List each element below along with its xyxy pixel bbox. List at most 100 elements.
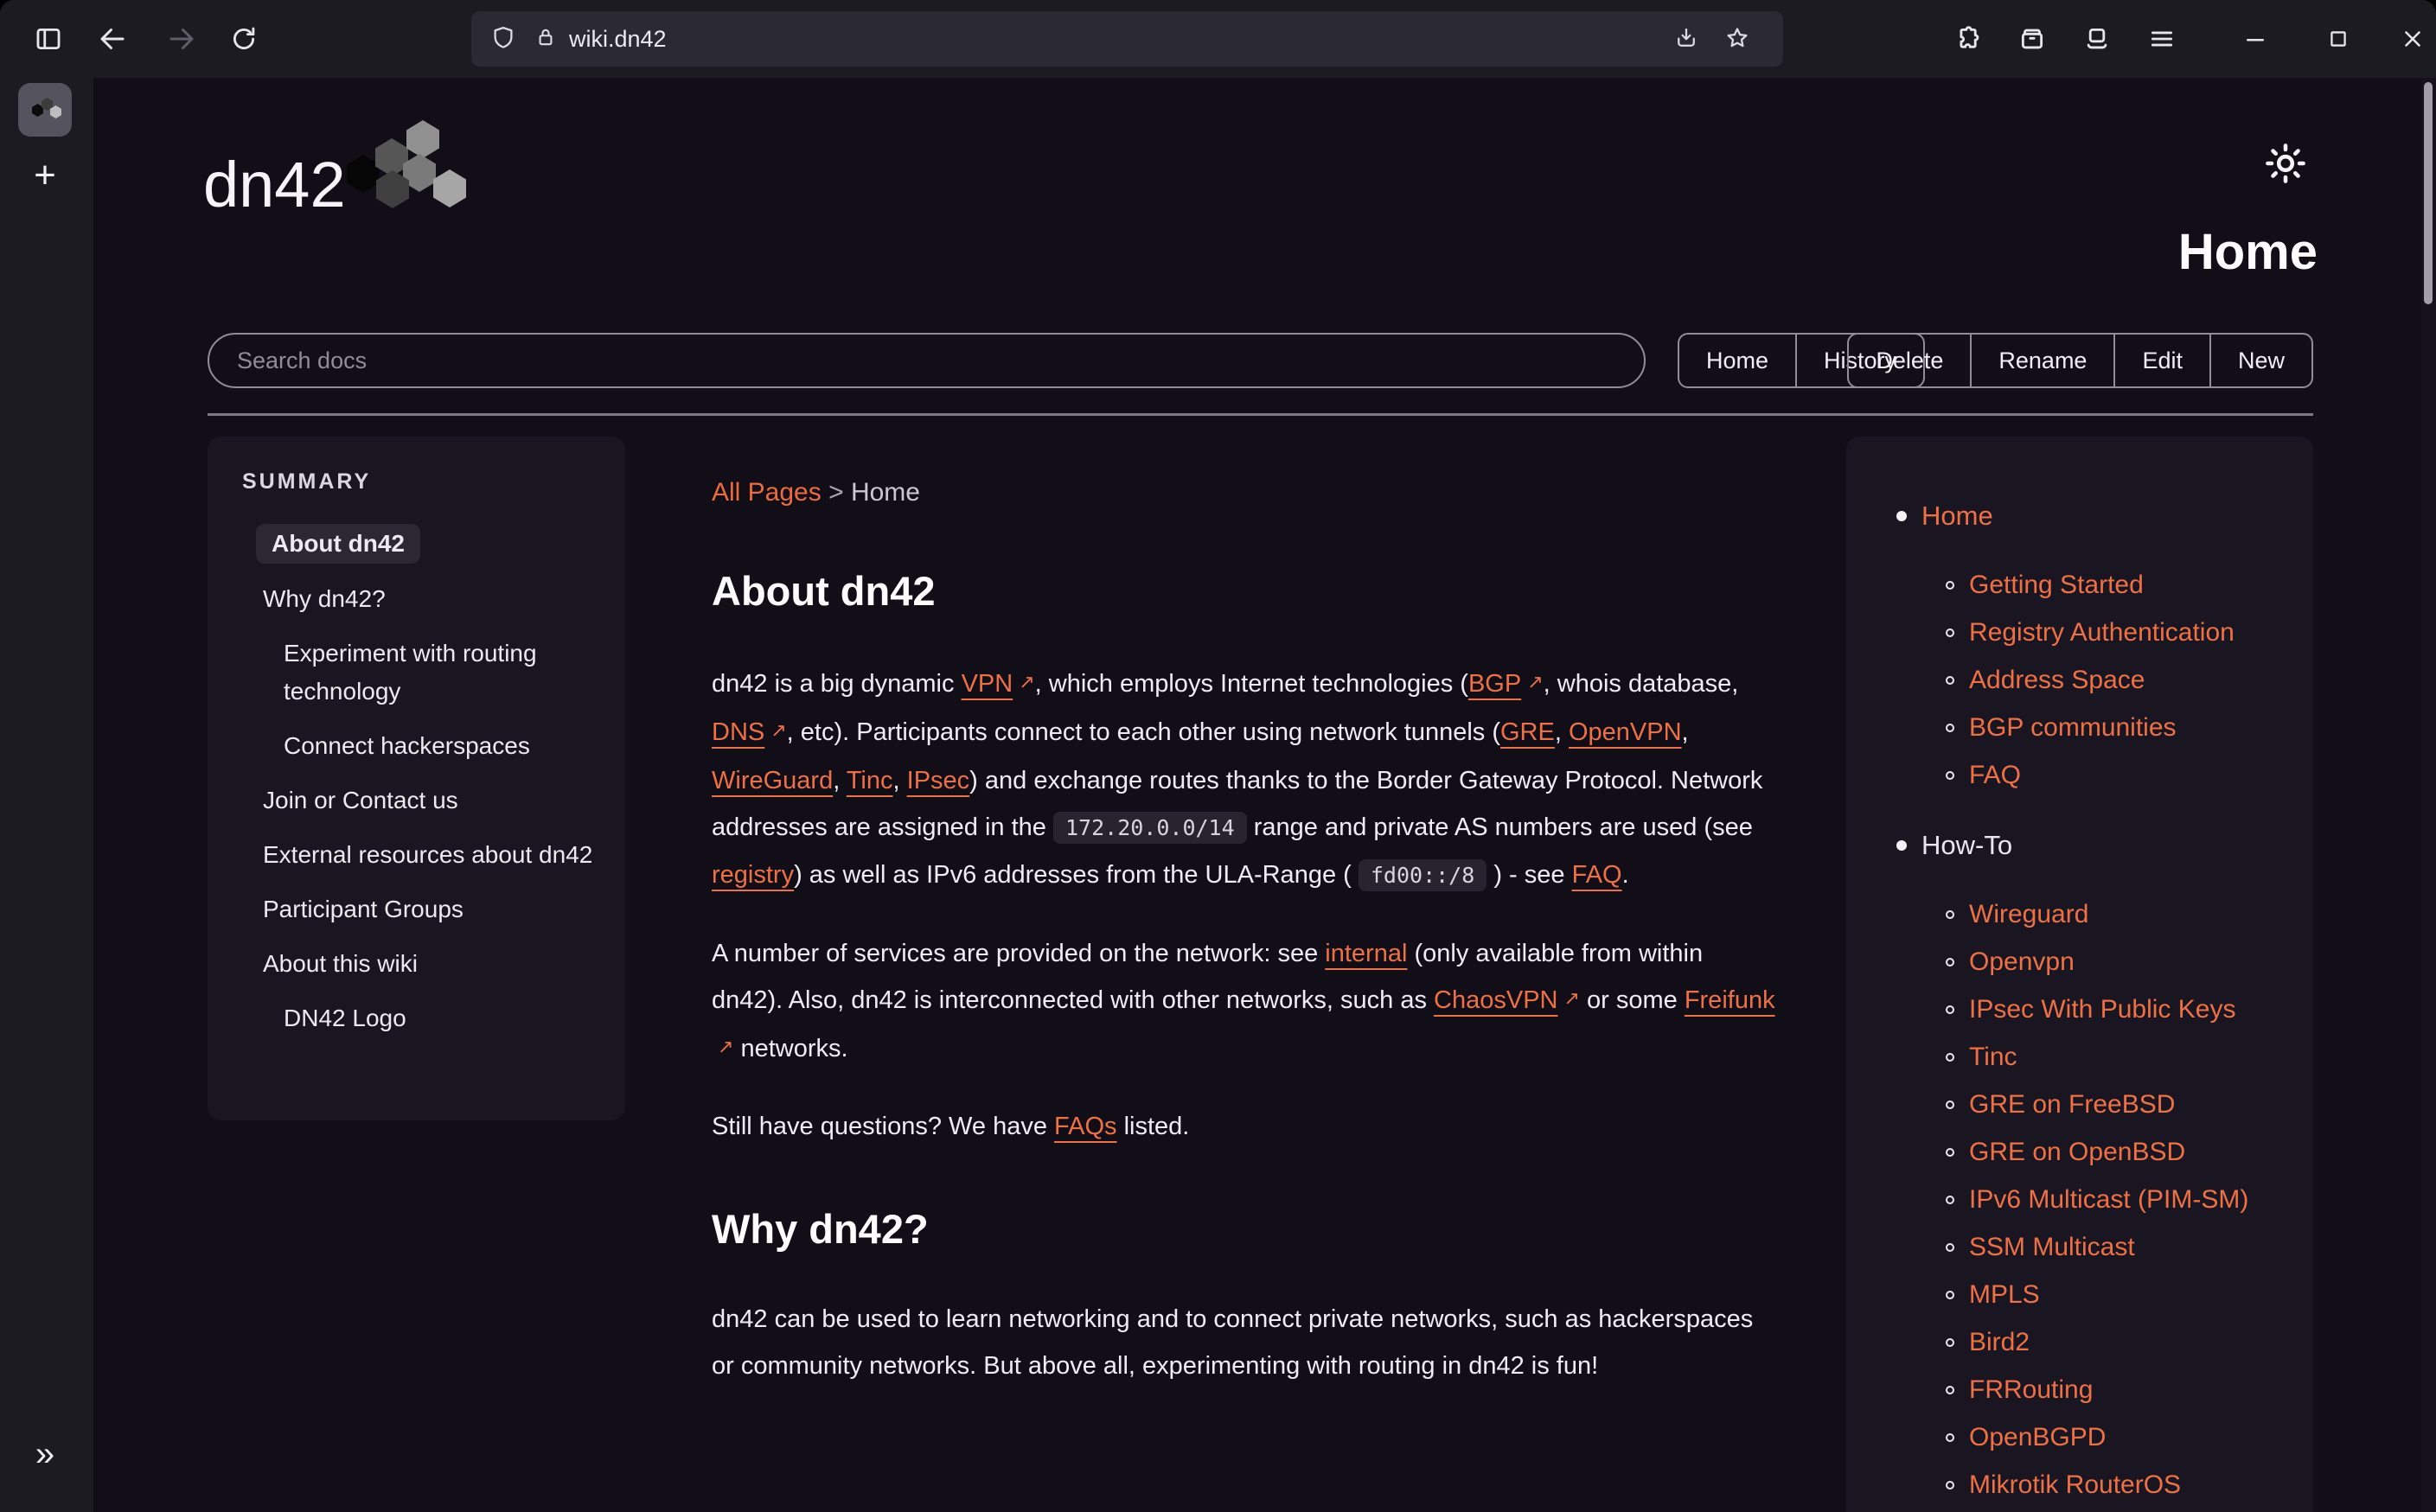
toc-link[interactable]: FAQ: [1969, 761, 2021, 789]
home-button[interactable]: Home: [1679, 335, 1795, 386]
url-bar[interactable]: wiki.dn42: [471, 11, 1783, 67]
bookmark-star-icon[interactable]: [1724, 25, 1752, 53]
content-link[interactable]: BGP: [1468, 670, 1521, 698]
summary-item[interactable]: Participant Groups: [208, 890, 625, 928]
menu-hamburger-icon[interactable]: [2145, 22, 2179, 56]
text: , which employs Internet technologies (: [1035, 670, 1468, 698]
toc-item: FRRouting: [1846, 1366, 2313, 1413]
container-box-icon[interactable]: [2015, 22, 2049, 56]
toc-link[interactable]: Home: [1921, 501, 1993, 531]
text: , etc). Participants connect to each oth…: [787, 718, 1500, 746]
bullet-circle-icon: [1946, 1386, 1954, 1394]
summary-item[interactable]: Join or Contact us: [208, 782, 625, 820]
toc-item: Openvpn: [1846, 938, 2313, 986]
bullet-circle-icon: [1946, 676, 1954, 685]
toc-link[interactable]: Bird2: [1969, 1328, 2030, 1356]
toc-link[interactable]: Tinc: [1969, 1043, 2017, 1071]
toc-link[interactable]: Registry Authentication: [1969, 618, 2235, 647]
content-link[interactable]: internal: [1325, 940, 1407, 967]
summary-item[interactable]: Connect hackerspaces: [208, 727, 625, 765]
bullet-circle-icon: [1946, 1148, 1954, 1157]
summary-item[interactable]: DN42 Logo: [208, 999, 625, 1037]
toc-link[interactable]: GRE on FreeBSD: [1969, 1090, 2175, 1119]
toc-link[interactable]: SSM Multicast: [1969, 1233, 2135, 1261]
expand-sidebar-button[interactable]: »: [0, 1435, 90, 1474]
toc-link[interactable]: Openvpn: [1969, 947, 2075, 976]
content-link[interactable]: registry: [712, 861, 794, 889]
toc-link[interactable]: MPLS: [1969, 1280, 2040, 1309]
content-link[interactable]: WireGuard: [712, 767, 833, 794]
back-button[interactable]: [95, 22, 130, 56]
breadcrumb-all-pages-link[interactable]: All Pages: [712, 478, 822, 507]
content-link[interactable]: ChaosVPN: [1434, 986, 1557, 1014]
toc-link[interactable]: GRE on OpenBSD: [1969, 1138, 2185, 1166]
summary-sidebar: SUMMARY About dn42Why dn42?Experiment wi…: [208, 437, 625, 1120]
text: , whois database,: [1544, 670, 1739, 698]
toc-link[interactable]: IPv6 Multicast (PIM-SM): [1969, 1185, 2248, 1214]
content-link[interactable]: DNS: [712, 718, 764, 746]
reload-button[interactable]: [227, 22, 261, 56]
url-text[interactable]: wiki.dn42: [569, 11, 667, 67]
content-link[interactable]: FAQs: [1054, 1113, 1117, 1140]
toc-item: GRE on FreeBSD: [1846, 1081, 2313, 1128]
breadcrumb-separator: >: [822, 478, 851, 507]
content-link[interactable]: Tinc: [847, 767, 893, 794]
logo-hexagon: [406, 120, 439, 158]
toc-link[interactable]: Wireguard: [1969, 900, 2088, 928]
summary-item[interactable]: About dn42: [256, 524, 420, 564]
lock-icon[interactable]: [534, 25, 561, 53]
content-link[interactable]: Freifunk: [1685, 986, 1775, 1014]
new-tab-button[interactable]: +: [0, 152, 90, 199]
toc-item: Bird2: [1846, 1318, 2313, 1366]
toc-item: BGP communities: [1846, 704, 2313, 751]
active-tab[interactable]: [18, 83, 72, 137]
theme-toggle-sun-icon[interactable]: [2263, 141, 2308, 186]
close-button[interactable]: [2395, 22, 2430, 56]
bullet-circle-icon: [1946, 1196, 1954, 1204]
rename-button[interactable]: Rename: [1970, 335, 2113, 386]
maximize-button[interactable]: [2321, 22, 2356, 56]
bullet-circle-icon: [1946, 1291, 1954, 1299]
bullet-circle-icon: [1946, 628, 1954, 637]
content-link[interactable]: FAQ: [1572, 861, 1622, 889]
section-heading: Why dn42?: [712, 1205, 1780, 1254]
toc-link[interactable]: OpenBGPD: [1969, 1423, 2106, 1451]
toc-item: Tinc: [1846, 1033, 2313, 1081]
forward-button[interactable]: [164, 22, 199, 56]
new-button[interactable]: New: [2209, 335, 2311, 386]
logo-text: dn42: [203, 149, 346, 220]
summary-item[interactable]: Experiment with routing technology: [208, 635, 625, 711]
logo-hexagon: [347, 155, 380, 193]
scrollbar-thumb[interactable]: [2424, 82, 2433, 304]
text: ,: [833, 767, 847, 794]
minimize-button[interactable]: [2238, 22, 2273, 56]
content-link[interactable]: VPN: [962, 670, 1013, 698]
bullet-circle-icon: [1946, 1481, 1954, 1490]
toc-link[interactable]: Getting Started: [1969, 571, 2144, 599]
toc-link[interactable]: Address Space: [1969, 666, 2145, 694]
sidebar-toggle-icon[interactable]: [31, 22, 66, 56]
content-link[interactable]: GRE: [1500, 718, 1555, 746]
content-link[interactable]: OpenVPN: [1569, 718, 1682, 746]
delete-button[interactable]: Delete: [1849, 335, 1970, 386]
shield-icon[interactable]: [490, 25, 518, 53]
site-logo[interactable]: dn42: [203, 116, 566, 254]
toc-item: Mikrotik RouterOS: [1846, 1461, 2313, 1509]
summary-item[interactable]: External resources about dn42: [208, 836, 625, 874]
toc-link[interactable]: FRRouting: [1969, 1375, 2093, 1404]
bullet-circle-icon: [1946, 1243, 1954, 1252]
toc-link[interactable]: IPsec With Public Keys: [1969, 995, 2235, 1024]
extensions-puzzle-icon[interactable]: [1950, 22, 1985, 56]
summary-item[interactable]: Why dn42?: [208, 580, 625, 618]
text: ,: [893, 767, 907, 794]
devices-sync-icon[interactable]: [2080, 22, 2114, 56]
toc-link[interactable]: BGP communities: [1969, 713, 2177, 742]
content-link[interactable]: IPsec: [907, 767, 970, 794]
text: or some: [1580, 986, 1685, 1014]
search-input[interactable]: [208, 333, 1646, 388]
save-page-icon[interactable]: [1673, 25, 1701, 53]
toc-link[interactable]: Mikrotik RouterOS: [1969, 1471, 2181, 1499]
edit-button[interactable]: Edit: [2113, 335, 2209, 386]
summary-item[interactable]: About this wiki: [208, 945, 625, 983]
article: All Pages > Home About dn42dn42 is a big…: [712, 475, 1780, 1389]
